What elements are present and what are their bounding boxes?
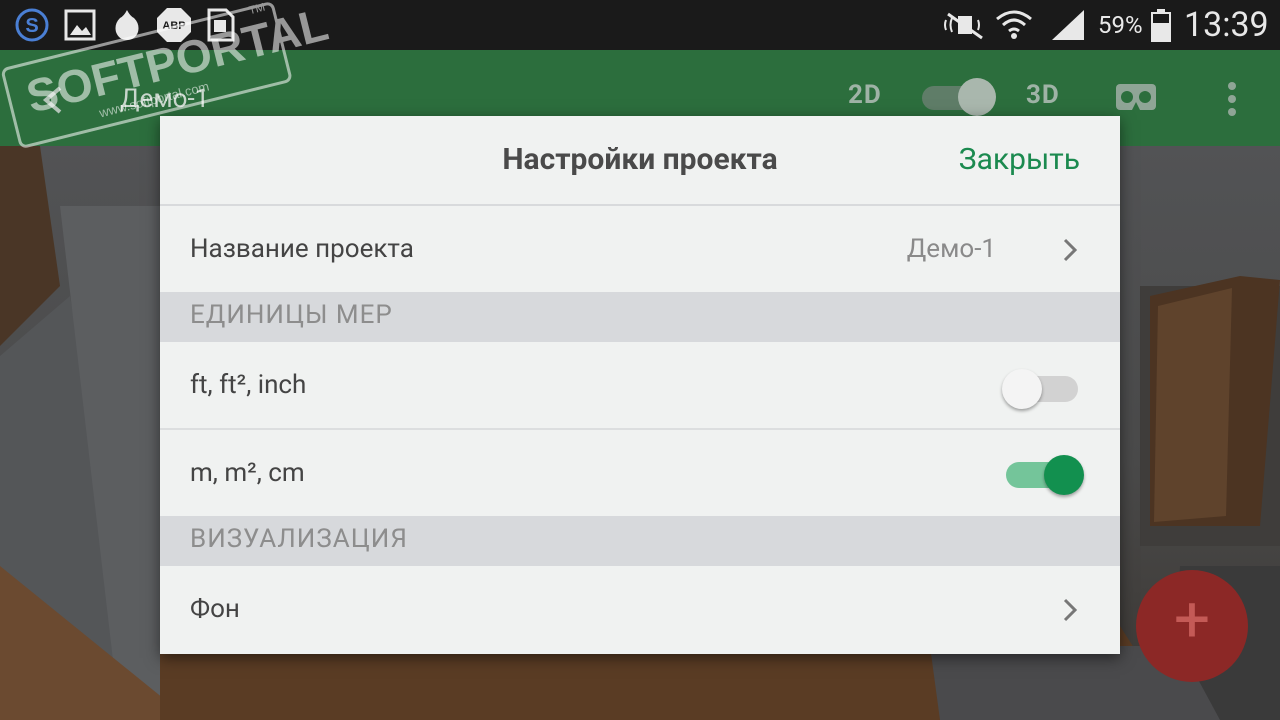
s-app-icon: S: [12, 8, 52, 42]
units-section-header: ЕДИНИЦЫ МЕР: [160, 292, 1120, 342]
signal-icon: [1048, 8, 1088, 42]
chevron-right-icon: [1056, 596, 1084, 624]
vr-headset-icon[interactable]: [1114, 82, 1160, 114]
view-mode-thumb: [958, 78, 996, 116]
visualization-section-label: ВИЗУАЛИЗАЦИЯ: [190, 524, 408, 554]
view-mode-toggle[interactable]: [920, 78, 998, 116]
project-name-value: Демо-1: [906, 234, 996, 264]
gallery-icon: [62, 8, 98, 42]
project-name-label: Название проекта: [190, 234, 414, 264]
dialog-header: Настройки проекта Закрыть: [160, 116, 1120, 206]
mode-2d-label[interactable]: 2D: [848, 80, 882, 110]
imperial-units-switch[interactable]: [1002, 364, 1084, 409]
background-label: Фон: [190, 594, 240, 624]
clock: 13:39: [1184, 5, 1269, 45]
battery-percent: 59%: [1098, 11, 1143, 39]
project-settings-dialog: Настройки проекта Закрыть Название проек…: [160, 116, 1120, 654]
plus-icon: +: [1173, 582, 1211, 657]
mode-3d-label[interactable]: 3D: [1026, 80, 1060, 110]
metric-switch-thumb: [1044, 455, 1084, 495]
project-name-row[interactable]: Название проекта Демо-1: [160, 206, 1120, 292]
unit-imperial-label: ft, ft², inch: [190, 370, 307, 400]
unit-metric-label: m, m², cm: [190, 458, 305, 488]
units-section-label: ЕДИНИЦЫ МЕР: [190, 300, 393, 330]
svg-text:S: S: [25, 15, 38, 37]
close-button[interactable]: Закрыть: [959, 142, 1080, 177]
mute-icon: [940, 8, 988, 42]
more-vert-icon[interactable]: [1220, 80, 1244, 120]
imperial-switch-thumb: [1002, 369, 1042, 409]
battery-icon: [1148, 8, 1174, 42]
wifi-icon: [994, 8, 1034, 42]
unit-imperial-row[interactable]: ft, ft², inch: [160, 342, 1120, 428]
background-row[interactable]: Фон: [160, 566, 1120, 654]
unit-metric-row[interactable]: m, m², cm: [160, 430, 1120, 516]
add-fab-button[interactable]: +: [1136, 570, 1248, 682]
visualization-section-header: ВИЗУАЛИЗАЦИЯ: [160, 516, 1120, 566]
metric-units-switch[interactable]: [1002, 450, 1084, 495]
chevron-right-icon: [1056, 236, 1084, 264]
